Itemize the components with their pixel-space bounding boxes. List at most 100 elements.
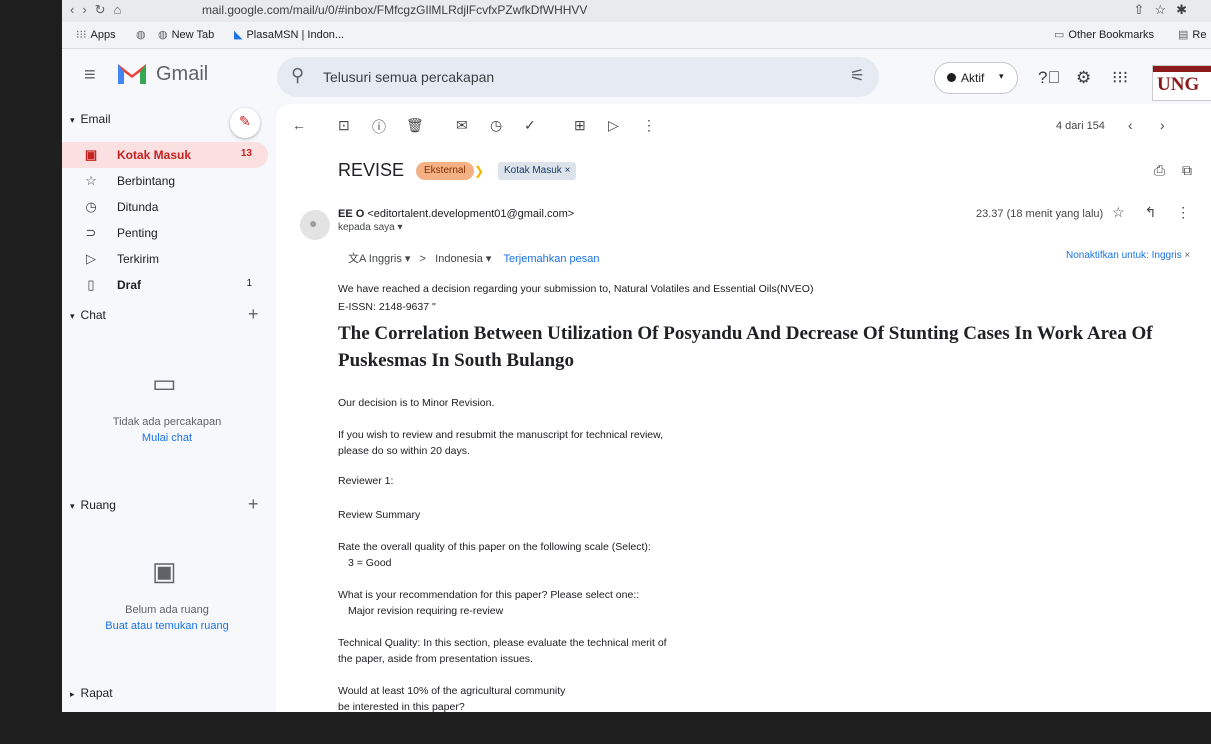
open-new-window-icon[interactable]: ⧉ <box>1182 162 1192 179</box>
body-line: We have reached a decision regarding you… <box>338 283 814 295</box>
sender-avatar[interactable]: ● <box>300 210 330 240</box>
bookmark-other[interactable]: ▭ Other Bookmarks <box>1054 28 1154 41</box>
inbox-icon: ▣ <box>84 147 98 162</box>
collapse-icon: ▾ <box>70 501 75 511</box>
rooms-section-header[interactable]: ▾ Ruang <box>70 498 116 512</box>
reply-icon[interactable]: ↰ <box>1145 204 1177 220</box>
new-chat-plus-icon[interactable]: + <box>248 304 259 325</box>
body-line: please do so within 20 days. <box>338 445 470 457</box>
delete-icon[interactable]: 🗑︎ <box>406 117 424 134</box>
bookmark-globe[interactable]: ◍ <box>136 28 150 41</box>
target-language-select[interactable]: Indonesia ▾ <box>435 253 491 265</box>
archive-icon[interactable]: ⊡ <box>338 117 350 134</box>
new-room-plus-icon[interactable]: + <box>248 494 259 515</box>
body-line: 3 = Good <box>348 557 392 569</box>
start-chat-link[interactable]: Mulai chat <box>62 432 272 444</box>
important-icon: ⊃ <box>85 225 97 240</box>
compose-button[interactable]: ✎ <box>230 108 260 138</box>
message-pane: ← ⊡ ⓘ 🗑︎ ✉ ◷ ✓ ⊞ ▷ ⋮ 4 dari 154 ‹ › REVI… <box>276 104 1211 712</box>
source-language-select[interactable]: Inggris ▾ <box>369 253 411 265</box>
gmail-logo-icon[interactable] <box>116 60 148 86</box>
rooms-empty-text: Belum ada ruang <box>125 604 209 616</box>
add-task-icon[interactable]: ✓ <box>524 117 536 134</box>
collapse-icon: ▾ <box>70 115 75 125</box>
sidebar-item-sent[interactable]: ▷ Terkirim <box>62 246 268 272</box>
sidebar-item-important[interactable]: ⊃ Penting <box>62 220 268 246</box>
account-avatar[interactable]: UNG <box>1152 65 1211 101</box>
external-badge: Eksternal <box>416 162 474 180</box>
rooms-grid-icon: ▣ <box>152 556 177 586</box>
label-icon[interactable]: ▷ <box>608 117 619 134</box>
body-line: be interested in this paper? <box>338 701 465 712</box>
address-bar[interactable]: mail.google.com/mail/u/0/#inbox/FMfcgzGI… <box>202 3 587 17</box>
search-icon[interactable]: ⚲ <box>291 65 304 86</box>
chevron-down-icon: ▾ <box>999 71 1004 81</box>
important-marker-icon[interactable]: ❯ <box>474 164 484 178</box>
sender-name: EE O <box>338 208 365 220</box>
body-line: Rate the overall quality of this paper o… <box>338 541 651 553</box>
translate-message-link[interactable]: Terjemahkan pesan <box>503 253 599 265</box>
back-arrow-icon[interactable]: ← <box>292 117 306 133</box>
search-bar[interactable]: ⚲ Telusuri semua percakapan ⚟ <box>277 57 879 97</box>
star-icon: ☆ <box>85 173 97 188</box>
logo-band <box>1153 66 1211 72</box>
browser-nav-icons[interactable]: ‹›↻⌂ <box>70 2 129 18</box>
mark-unread-icon[interactable]: ✉ <box>456 117 468 134</box>
page-counter: 4 dari 154 <box>1056 120 1105 132</box>
meet-section-header[interactable]: ▸ Rapat <box>70 686 113 700</box>
clock-icon: ◷ <box>85 199 97 214</box>
translate-bar: 文A Inggris ▾ > Indonesia ▾ Terjemahkan p… <box>348 253 600 265</box>
more-vert-icon[interactable]: ⋮ <box>1176 204 1210 220</box>
bookmark-newtab[interactable]: ◍ New Tab <box>158 28 214 41</box>
browser-actions[interactable]: ⇧☆✱ <box>1134 2 1197 18</box>
sender-line[interactable]: EE O <editortalent.development01@gmail.c… <box>338 208 574 220</box>
sidebar-item-inbox[interactable]: ▣ Kotak Masuk 13 <box>62 142 268 168</box>
sidebar-item-snoozed[interactable]: ◷ Ditunda <box>62 194 268 220</box>
sidebar-item-drafts[interactable]: ▯ Draf 1 <box>62 272 268 298</box>
bookmark-apps[interactable]: ⁝⁝⁝ Apps <box>76 28 116 41</box>
move-to-icon[interactable]: ⊞ <box>574 117 586 134</box>
body-line: the paper, aside from presentation issue… <box>338 653 533 665</box>
sidebar: ▾ Email ✎ ▣ Kotak Masuk 13 ☆ Berbintang ◷… <box>62 104 272 712</box>
body-line: If you wish to review and resubmit the m… <box>338 429 664 441</box>
article-title: The Correlation Between Utilization Of P… <box>338 323 1153 371</box>
settings-gear-icon[interactable]: ⚙ <box>1076 68 1091 88</box>
body-line: Would at least 10% of the agricultural c… <box>338 685 566 697</box>
more-vert-icon[interactable]: ⋮ <box>642 117 656 134</box>
status-dropdown[interactable]: Aktif ▾ <box>934 62 1018 94</box>
find-room-link[interactable]: Buat atau temukan ruang <box>62 620 272 632</box>
body-line: Our decision is to Minor Revision. <box>338 397 495 409</box>
disable-translate-link[interactable]: Nonaktifkan untuk: Inggris × <box>1066 250 1190 261</box>
expand-icon: ▸ <box>70 689 75 699</box>
gmail-header: ≡ Gmail ⚲ Telusuri semua percakapan ⚟ Ak… <box>62 48 1211 104</box>
google-apps-icon[interactable]: ⁝⁝⁝ <box>1112 68 1128 88</box>
main-menu-icon[interactable]: ≡ <box>84 64 96 87</box>
message-actions: ☆↰⋮ <box>1112 204 1210 221</box>
snooze-icon[interactable]: ◷ <box>490 117 502 134</box>
browser-toolbar: ‹›↻⌂ mail.google.com/mail/u/0/#inbox/FMf… <box>62 0 1211 22</box>
report-spam-icon[interactable]: ⓘ <box>372 117 386 137</box>
newer-chevron-icon[interactable]: ‹ <box>1128 117 1133 133</box>
chat-empty-text: Tidak ada percakapan <box>112 416 222 428</box>
search-options-icon[interactable]: ⚟ <box>850 66 865 86</box>
close-icon[interactable]: × <box>1184 250 1190 261</box>
pencil-icon: ✎ <box>239 113 251 129</box>
older-chevron-icon[interactable]: › <box>1160 117 1165 133</box>
chat-section-header[interactable]: ▾ Chat <box>70 308 106 322</box>
print-icon[interactable]: ⎙ <box>1154 162 1165 179</box>
star-icon[interactable]: ☆ <box>1112 204 1145 220</box>
translate-icon: 文A <box>348 253 366 265</box>
bookmark-plasa[interactable]: ◣ PlasaMSN | Indon... <box>234 28 344 41</box>
email-section-header[interactable]: ▾ Email <box>70 112 111 126</box>
reading-list[interactable]: ▤ Re <box>1178 28 1206 41</box>
sidebar-item-starred[interactable]: ☆ Berbintang <box>62 168 268 194</box>
folder-icon: ▭ <box>1054 29 1065 41</box>
inbox-label-chip[interactable]: Kotak Masuk × <box>498 162 577 180</box>
message-subject: REVISE <box>338 160 405 180</box>
person-icon: ● <box>309 215 318 231</box>
draft-icon: ▯ <box>87 277 95 292</box>
recipient-dropdown[interactable]: kepada saya ▾ <box>338 222 403 233</box>
send-icon: ▷ <box>86 251 96 266</box>
search-input[interactable]: Telusuri semua percakapan <box>323 69 494 85</box>
help-icon[interactable]: ?⃝ <box>1038 68 1060 88</box>
